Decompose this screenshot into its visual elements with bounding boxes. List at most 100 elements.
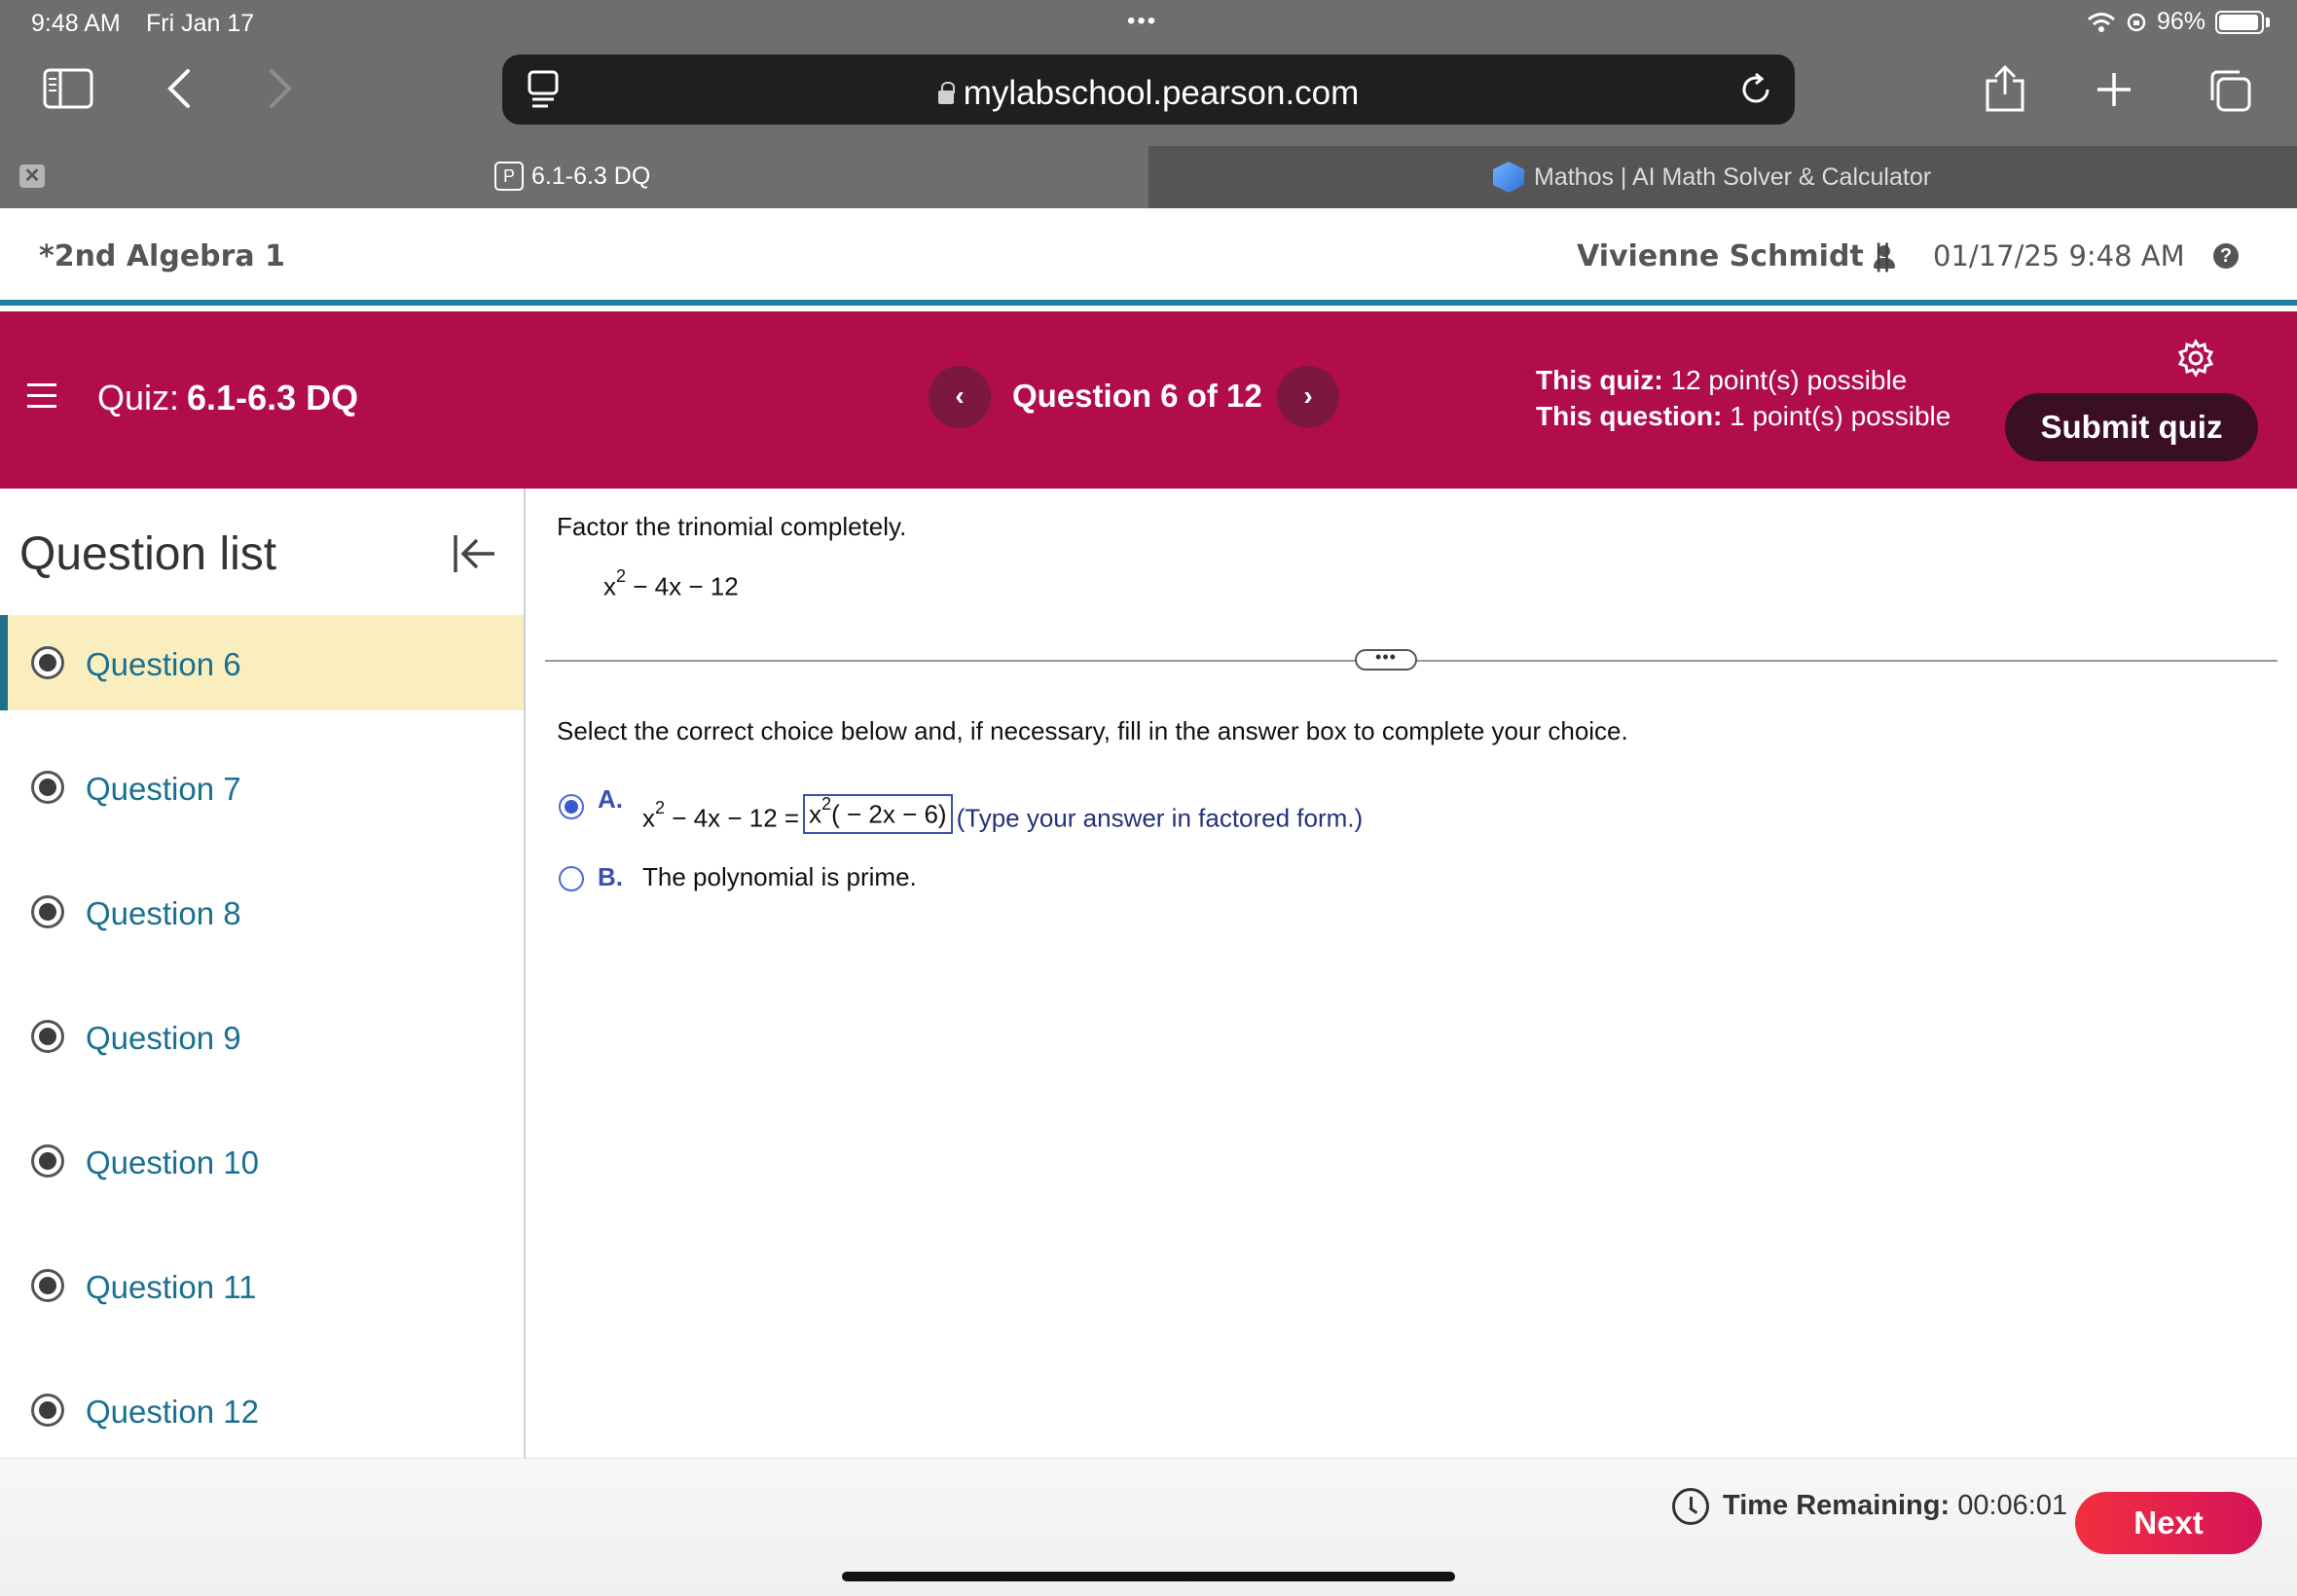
quiz-title: Quiz: 6.1-6.3 DQ bbox=[97, 378, 358, 418]
url-text: mylabschool.pearson.com bbox=[963, 74, 1360, 112]
tab-bar: ✕ P 6.1-6.3 DQ Mathos | AI Math Solver &… bbox=[0, 146, 2297, 208]
choice-b-radio[interactable] bbox=[559, 866, 584, 891]
mathos-cube-icon bbox=[1493, 162, 1524, 193]
question-item-label: Question 11 bbox=[86, 1269, 257, 1305]
browser-chrome: 9:48 AM Fri Jan 17 ••• 96% mylabschool.p… bbox=[0, 0, 2297, 208]
back-arrow-icon[interactable] bbox=[160, 66, 199, 111]
question-status-icon bbox=[31, 1269, 64, 1302]
status-time: 9:48 AM bbox=[31, 10, 121, 37]
answer-exponent: 2 bbox=[821, 794, 832, 814]
status-bar: 9:48 AM Fri Jan 17 ••• 96% bbox=[0, 0, 2297, 47]
quiz-title-prefix: Quiz: bbox=[97, 378, 180, 417]
question-list-panel: Question list Question 6 Question 7 Ques… bbox=[0, 489, 526, 1458]
new-tab-plus-icon[interactable] bbox=[2093, 68, 2135, 111]
tab-close-icon[interactable]: ✕ bbox=[19, 164, 45, 188]
choice-a-letter: A. bbox=[598, 784, 623, 814]
answer-input-box[interactable]: x2( − 2x − 6) bbox=[803, 794, 953, 834]
question-status-icon bbox=[31, 771, 64, 804]
battery-tip bbox=[2266, 17, 2270, 27]
choice-a-radio[interactable] bbox=[559, 794, 584, 819]
question-item[interactable]: Question 8 bbox=[0, 864, 524, 960]
choice-a-lhs-rest: − 4x − 12 = bbox=[665, 803, 800, 833]
choice-a-text: x 2 − 4x − 12 = x2( − 2x − 6) (Type your an… bbox=[642, 794, 1364, 838]
previous-question-button[interactable]: ‹ bbox=[929, 366, 991, 428]
question-item[interactable]: Question 7 bbox=[0, 740, 524, 835]
question-item-label: Question 9 bbox=[86, 1020, 241, 1056]
collapse-panel-icon[interactable] bbox=[450, 529, 498, 578]
question-item[interactable]: Question 6 bbox=[0, 615, 524, 710]
reload-icon[interactable] bbox=[1736, 70, 1775, 109]
points-info: This quiz: 12 point(s) possible This que… bbox=[1536, 362, 1951, 434]
tab-quiz-label: P 6.1-6.3 DQ bbox=[494, 162, 650, 191]
quiz-footer: Time Remaining: 00:06:01 Next bbox=[0, 1458, 2297, 1596]
pearson-favicon-icon: P bbox=[494, 162, 524, 191]
divider-handle-icon[interactable]: ••• bbox=[1355, 648, 1417, 671]
sidebar-toggle-icon[interactable] bbox=[41, 66, 95, 111]
tab-quiz-title: 6.1-6.3 DQ bbox=[531, 162, 651, 190]
lock-icon bbox=[937, 82, 955, 104]
question-item-label: Question 10 bbox=[86, 1144, 259, 1180]
question-status-icon bbox=[31, 1144, 64, 1178]
clock-icon bbox=[1672, 1488, 1709, 1525]
question-item[interactable]: Question 12 bbox=[0, 1362, 524, 1458]
choice-a-lhs-base: x bbox=[642, 803, 655, 833]
help-icon[interactable]: ? bbox=[2213, 243, 2239, 269]
choice-b-letter: B. bbox=[598, 862, 623, 891]
share-icon[interactable] bbox=[1982, 62, 2028, 115]
time-remaining-label: Time Remaining: bbox=[1723, 1490, 1951, 1521]
answer-rest: ( − 2x − 6) bbox=[831, 799, 947, 829]
home-indicator[interactable] bbox=[842, 1572, 1455, 1581]
time-remaining: Time Remaining: 00:06:01 bbox=[1723, 1490, 2067, 1522]
course-title[interactable]: *2nd Algebra 1 bbox=[39, 239, 285, 273]
quiz-title-name: 6.1-6.3 DQ bbox=[187, 378, 359, 417]
tab-quiz[interactable]: ✕ P 6.1-6.3 DQ bbox=[0, 146, 1148, 208]
question-points-value: 1 point(s) possible bbox=[1730, 401, 1951, 431]
question-area: Factor the trinomial completely. x2 − 4x… bbox=[528, 489, 2297, 1458]
user-name-text: Vivienne Schmidt bbox=[1577, 239, 1864, 273]
quiz-points-value: 12 point(s) possible bbox=[1670, 365, 1908, 395]
expression-exponent: 2 bbox=[616, 566, 627, 586]
user-name: Vivienne Schmidt bbox=[1577, 239, 1895, 273]
multitasking-dots-icon[interactable]: ••• bbox=[1127, 8, 1157, 35]
browser-nav-row: mylabschool.pearson.com bbox=[0, 47, 2297, 132]
question-list-title: Question list bbox=[19, 528, 277, 580]
question-status-icon bbox=[31, 646, 64, 679]
settings-gear-icon[interactable] bbox=[2176, 339, 2215, 378]
battery-percent: 96% bbox=[2156, 8, 2206, 35]
quiz-points: This quiz: 12 point(s) possible bbox=[1536, 362, 1951, 398]
tab-mathos[interactable]: Mathos | AI Math Solver & Calculator bbox=[1148, 146, 2297, 208]
question-item[interactable]: Question 10 bbox=[0, 1113, 524, 1209]
time-remaining-value: 00:06:01 bbox=[1957, 1490, 2068, 1521]
wifi-icon bbox=[2087, 12, 2115, 32]
question-item[interactable]: Question 9 bbox=[0, 989, 524, 1084]
choice-b-text: The polynomial is prime. bbox=[642, 862, 917, 891]
select-prompt: Select the correct choice below and, if … bbox=[557, 716, 1628, 745]
question-expression: x2 − 4x − 12 bbox=[603, 566, 739, 602]
submit-quiz-button[interactable]: Submit quiz bbox=[2005, 393, 2258, 461]
expression-rest: − 4x − 12 bbox=[626, 571, 739, 601]
question-points: This question: 1 point(s) possible bbox=[1536, 398, 1951, 434]
battery-icon bbox=[2215, 10, 2264, 34]
question-instruction: Factor the trinomial completely. bbox=[557, 512, 907, 541]
quiz-banner: Quiz: 6.1-6.3 DQ ‹ Question 6 of 12 › Thi… bbox=[0, 311, 2297, 489]
forward-arrow-icon[interactable] bbox=[261, 66, 300, 111]
address-bar[interactable]: mylabschool.pearson.com bbox=[502, 54, 1795, 125]
status-indicators: 96% bbox=[2087, 8, 2270, 36]
hamburger-menu-icon[interactable] bbox=[27, 383, 56, 409]
status-date: Fri Jan 17 bbox=[146, 10, 255, 37]
expression-base: x bbox=[603, 571, 616, 601]
next-button[interactable]: Next bbox=[2075, 1492, 2262, 1554]
orientation-lock-icon bbox=[2127, 13, 2146, 31]
question-item-label: Question 12 bbox=[86, 1394, 259, 1430]
header-datetime: 01/17/25 9:48 AM bbox=[1933, 239, 2185, 272]
url-display[interactable]: mylabschool.pearson.com bbox=[502, 74, 1795, 113]
tabs-overview-icon[interactable] bbox=[2206, 66, 2254, 115]
question-status-icon bbox=[31, 895, 64, 928]
question-item-label: Question 6 bbox=[86, 646, 241, 682]
question-counter[interactable]: Question 6 of 12 bbox=[1012, 378, 1262, 415]
next-question-arrow-button[interactable]: › bbox=[1277, 366, 1339, 428]
question-item[interactable]: Question 11 bbox=[0, 1238, 524, 1333]
header-separator: || bbox=[1875, 237, 1891, 272]
tab-mathos-label: Mathos | AI Math Solver & Calculator bbox=[1493, 162, 1931, 193]
answer-hint: (Type your answer in factored form.) bbox=[956, 803, 1364, 833]
